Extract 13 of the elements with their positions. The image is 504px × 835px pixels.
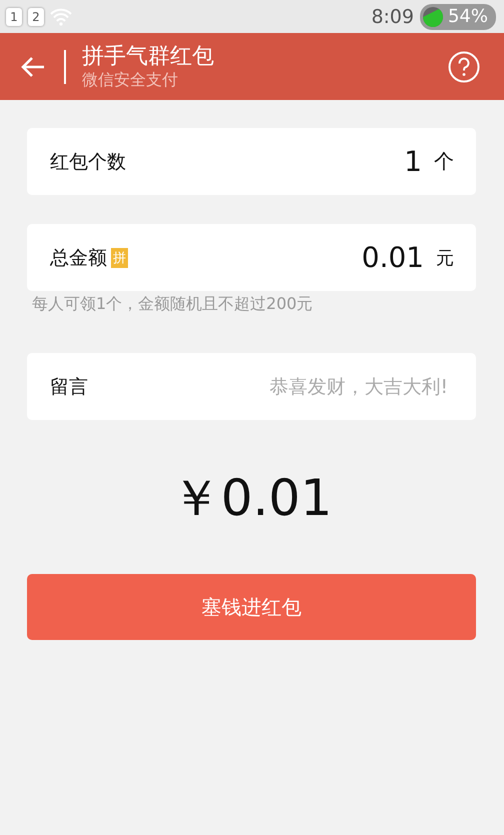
page-title: 拼手气群红包 <box>82 44 215 70</box>
message-field[interactable]: 留言 恭喜发财，大吉大利! <box>27 353 476 420</box>
total-amount: ￥0.01 <box>170 469 332 527</box>
sim-slot-icon: 1 <box>6 8 22 26</box>
back-arrow-icon[interactable] <box>20 56 46 78</box>
page-subtitle: 微信安全支付 <box>82 70 179 90</box>
sim-slot-icon: 2 <box>28 8 44 26</box>
amount-field[interactable]: 总金额 拼 0.01 元 <box>27 224 476 291</box>
help-icon[interactable] <box>448 50 480 82</box>
clock-time: 8:09 <box>371 6 414 28</box>
amount-hint: 每人可领1个，金额随机且不超过200元 <box>32 294 314 315</box>
battery-indicator: 54% <box>420 4 496 30</box>
count-field[interactable]: 红包个数 1 个 <box>27 128 476 195</box>
